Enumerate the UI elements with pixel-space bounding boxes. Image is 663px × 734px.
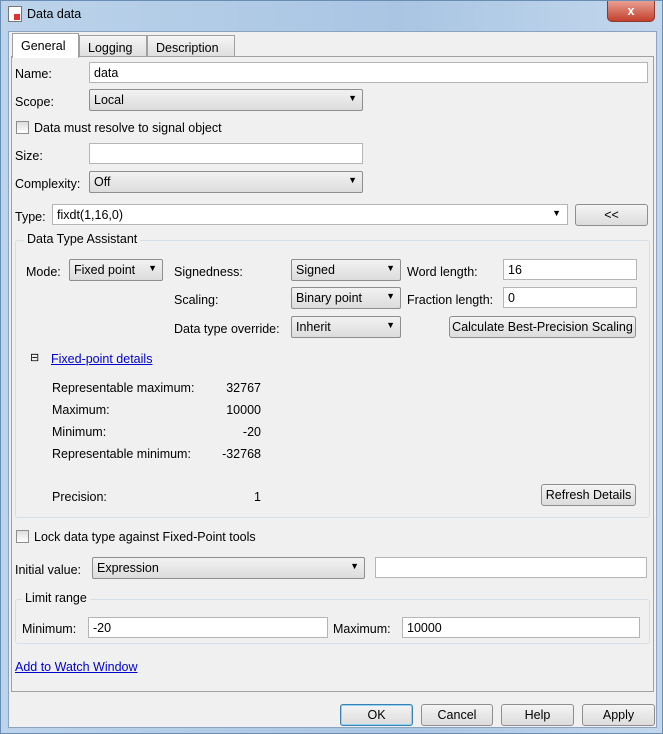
window-title: Data data [27,7,82,21]
mode-select[interactable]: Fixed point ▼ [69,259,163,281]
collapse-icon[interactable]: ⊟ [30,351,39,364]
scaling-value: Binary point [296,291,363,305]
fraction-length-label: Fraction length: [407,293,494,307]
type-value: fixdt(1,16,0) [57,208,124,222]
limit-min-input[interactable]: -20 [88,617,328,638]
fixed-point-details-link[interactable]: Fixed-point details [51,352,152,366]
mode-value: Fixed point [74,263,136,277]
limit-max-input[interactable]: 10000 [402,617,640,638]
cancel-button[interactable]: Cancel [421,704,493,726]
detail-value: -20 [242,425,261,439]
dropdown-arrow-icon: ▼ [348,93,357,103]
detail-value: 10000 [226,403,261,417]
dropdown-arrow-icon: ▼ [350,561,359,571]
override-select[interactable]: Inherit ▼ [291,316,401,338]
dropdown-arrow-icon: ▼ [386,263,395,273]
tab-logging[interactable]: Logging [79,35,147,57]
precision-label: Precision: [52,490,107,504]
fraction-length-input[interactable]: 0 [503,287,637,308]
type-label: Type: [15,210,46,224]
scope-label: Scope: [15,95,54,109]
type-combo[interactable]: fixdt(1,16,0) ▼ [52,204,568,225]
name-input[interactable]: data [89,62,648,83]
detail-label: Maximum: [52,403,110,417]
dropdown-arrow-icon: ▼ [552,208,561,218]
override-label: Data type override: [174,322,280,336]
mode-label: Mode: [26,265,61,279]
detail-value: 32767 [226,381,261,395]
override-value: Inherit [296,320,331,334]
calculate-scaling-button[interactable]: Calculate Best-Precision Scaling [449,316,636,338]
word-length-input[interactable]: 16 [503,259,637,280]
lock-checkbox[interactable] [16,530,29,543]
initial-value-mode-select[interactable]: Expression ▼ [92,557,365,579]
signedness-value: Signed [296,263,335,277]
lock-label: Lock data type against Fixed-Point tools [34,530,256,544]
resolve-checkbox[interactable] [16,121,29,134]
size-input[interactable] [89,143,363,164]
dropdown-arrow-icon: ▼ [148,263,157,273]
limit-range-title: Limit range [22,591,90,605]
initial-value-label: Initial value: [15,563,82,577]
complexity-value: Off [94,175,111,189]
initial-mode-value: Expression [97,561,159,575]
close-button[interactable]: x [607,1,655,22]
detail-value: -32768 [222,447,261,461]
limit-range-group: Limit range Minimum: -20 Maximum: 10000 [15,591,650,644]
detail-label: Minimum: [52,425,107,439]
scaling-label: Scaling: [174,293,219,307]
signedness-select[interactable]: Signed ▼ [291,259,401,281]
word-length-label: Word length: [407,265,478,279]
limit-max-label: Maximum: [333,622,391,636]
tab-general[interactable]: General [12,33,79,58]
refresh-details-button[interactable]: Refresh Details [541,484,636,506]
scope-value: Local [94,93,124,107]
add-to-watch-link[interactable]: Add to Watch Window [15,660,138,674]
simulink-data-icon [8,6,22,22]
complexity-label: Complexity: [15,177,81,191]
help-button[interactable]: Help [501,704,574,726]
dropdown-arrow-icon: ▼ [386,320,395,330]
dialog-window: Data data x General Logging Description … [0,0,663,734]
client-area: General Logging Description Name: data S… [8,31,657,728]
size-label: Size: [15,149,43,163]
apply-button[interactable]: Apply [582,704,655,726]
name-label: Name: [15,67,52,81]
limit-min-label: Minimum: [22,622,77,636]
complexity-select[interactable]: Off ▼ [89,171,363,193]
dta-title: Data Type Assistant [24,232,141,246]
ok-button[interactable]: OK [340,704,413,726]
data-type-assistant-group: Data Type Assistant Mode: Fixed point ▼ S… [15,232,650,518]
dropdown-arrow-icon: ▼ [348,175,357,185]
scaling-select[interactable]: Binary point ▼ [291,287,401,309]
general-panel: Name: data Scope: Local ▼ Data must resol… [11,56,654,692]
scope-select[interactable]: Local ▼ [89,89,363,111]
tab-description[interactable]: Description [147,35,235,57]
toggle-assistant-button[interactable]: << [575,204,648,226]
precision-value: 1 [254,490,261,504]
resolve-label: Data must resolve to signal object [34,121,222,135]
dropdown-arrow-icon: ▼ [386,291,395,301]
initial-value-input[interactable] [375,557,647,578]
signedness-label: Signedness: [174,265,243,279]
